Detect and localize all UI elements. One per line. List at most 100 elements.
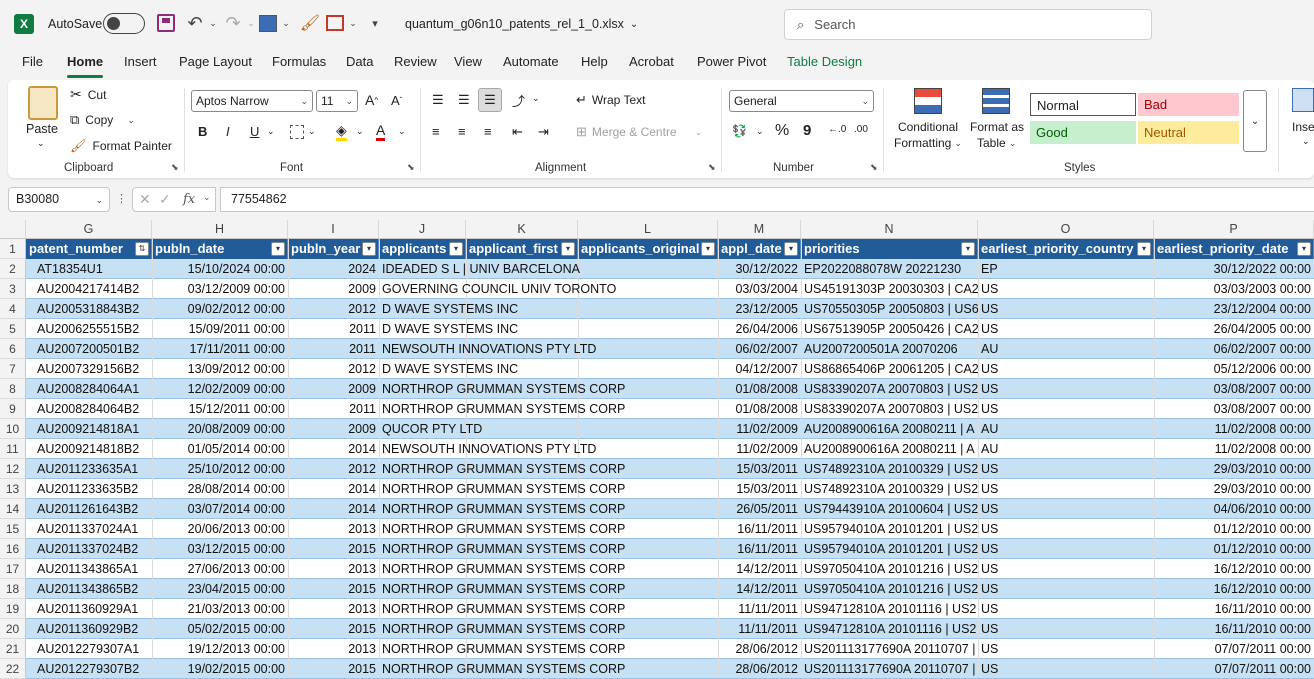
clipboard-launcher-icon[interactable]: ⬊ [171,162,179,173]
table-cell-appl-date[interactable]: 03/03/2004 [718,279,801,299]
borders-dropdown-icon[interactable]: ⌄ [281,14,291,32]
filter-dropdown-icon[interactable]: ▾ [449,242,463,256]
filter-dropdown-icon[interactable]: ▾ [961,242,975,256]
tab-review[interactable]: Review [394,54,437,76]
table-cell-priorities[interactable]: US83390207A 20070803 | US2 [801,399,978,419]
table-cell-priorities[interactable]: US94712810A 20101116 | US2 [801,599,978,619]
table-cell-patent-number[interactable]: AU2004217414B2 [34,279,152,299]
table-cell-applicants[interactable]: GOVERNING COUNCIL UNIV TORONTO [379,279,718,299]
column-header-l[interactable]: L [578,220,718,239]
table-cell-priorities[interactable]: US79443910A 20100604 | US2 [801,499,978,519]
table-cell-earliest-priority-country[interactable]: US [978,459,1154,479]
table-cell-patent-number[interactable]: AU2008284064A1 [34,379,152,399]
table-cell-patent-number[interactable]: AU2011261643B2 [34,499,152,519]
table-cell-appl-date[interactable]: 15/03/2011 [718,459,801,479]
table-cell-applicants[interactable]: NORTHROP GRUMMAN SYSTEMS CORP [379,479,718,499]
table-cell-publn-date[interactable]: 20/06/2013 00:00 [152,519,288,539]
table-cell-earliest-priority-country[interactable]: US [978,659,1154,679]
table-cell-earliest-priority-date[interactable]: 16/12/2010 00:00 [1154,579,1314,599]
table-header-patent-number[interactable]: patent_number⇅ [26,239,152,259]
tab-acrobat[interactable]: Acrobat [629,54,674,76]
table-cell-publn-date[interactable]: 20/08/2009 00:00 [152,419,288,439]
align-center-icon[interactable]: ≡ [458,124,466,139]
column-header-p[interactable]: P [1154,220,1314,239]
align-top-icon[interactable]: ☰ [432,92,444,108]
column-header-n[interactable]: N [801,220,978,239]
table-cell-earliest-priority-country[interactable]: US [978,579,1154,599]
table-cell-patent-number[interactable]: AU2007200501B2 [34,339,152,359]
align-right-icon[interactable]: ≡ [484,124,492,139]
table-cell-earliest-priority-date[interactable]: 05/12/2006 00:00 [1154,359,1314,379]
table-cell-applicants[interactable]: NORTHROP GRUMMAN SYSTEMS CORP [379,579,718,599]
accounting-format-icon[interactable]: 💱 [732,124,747,138]
table-cell-publn-date[interactable]: 15/12/2011 00:00 [152,399,288,419]
conditional-formatting-button[interactable]: Formatting⌄ [894,136,962,150]
column-header-m[interactable]: M [718,220,801,239]
table-cell-patent-number[interactable]: AU2011343865A1 [34,559,152,579]
table-cell-publn-year[interactable]: 2015 [288,619,379,639]
table-cell-publn-date[interactable]: 01/05/2014 00:00 [152,439,288,459]
redo-dropdown-icon[interactable]: ⌄ [246,14,256,32]
table-cell-publn-date[interactable]: 28/08/2014 00:00 [152,479,288,499]
table-cell-applicants[interactable]: D WAVE SYSTEMS INC [379,299,718,319]
tab-insert[interactable]: Insert [124,54,157,76]
table-cell-earliest-priority-country[interactable]: AU [978,419,1154,439]
table-cell-priorities[interactable]: US97050410A 20101216 | US2 [801,559,978,579]
table-cell-applicants[interactable]: NORTHROP GRUMMAN SYSTEMS CORP [379,599,718,619]
table-cell-earliest-priority-country[interactable]: US [978,399,1154,419]
redo-icon[interactable]: ↷ [223,12,243,34]
table-cell-priorities[interactable]: US74892310A 20100329 | US2 [801,479,978,499]
table-cell-publn-date[interactable]: 21/03/2013 00:00 [152,599,288,619]
table-cell-publn-year[interactable]: 2024 [288,259,379,279]
table-cell-earliest-priority-date[interactable]: 04/06/2010 00:00 [1154,499,1314,519]
row-header[interactable]: 6 [0,339,26,359]
paste-button[interactable]: Paste [26,122,58,136]
column-header-h[interactable]: H [152,220,288,239]
table-cell-publn-year[interactable]: 2013 [288,519,379,539]
table-cell-publn-year[interactable]: 2011 [288,339,379,359]
column-header-k[interactable]: K [466,220,578,239]
chevron-down-icon[interactable]: ⌄ [203,192,211,203]
tab-data[interactable]: Data [346,54,373,76]
accounting-dropdown-icon[interactable]: ⌄ [756,126,764,137]
increase-indent-icon[interactable]: ⇥ [538,124,549,140]
table-cell-earliest-priority-country[interactable]: US [978,619,1154,639]
filter-dropdown-icon[interactable]: ▾ [701,242,715,256]
table-cell-earliest-priority-country[interactable]: US [978,299,1154,319]
format-as-table-icon[interactable] [982,88,1010,114]
table-cell-publn-date[interactable]: 03/12/2015 00:00 [152,539,288,559]
underline-button[interactable]: U [250,124,259,139]
table-cell-patent-number[interactable]: AU2011343865B2 [34,579,152,599]
table-cell-patent-number[interactable]: AU2011233635A1 [34,459,152,479]
table-cell-appl-date[interactable]: 28/06/2012 [718,639,801,659]
table-cell-publn-year[interactable]: 2014 [288,499,379,519]
insert-cells-icon[interactable] [1292,88,1314,112]
table-cell-patent-number[interactable]: AU2011337024A1 [34,519,152,539]
table-cell-publn-year[interactable]: 2012 [288,459,379,479]
table-cell-publn-date[interactable]: 25/10/2012 00:00 [152,459,288,479]
tab-help[interactable]: Help [581,54,608,76]
table-header-publn-year[interactable]: publn_year▾ [288,239,379,259]
row-header[interactable]: 17 [0,559,26,579]
row-header[interactable]: 20 [0,619,26,639]
row-header[interactable]: 14 [0,499,26,519]
row-header[interactable]: 8 [0,379,26,399]
table-cell-applicants[interactable]: NEWSOUTH INNOVATIONS PTY LTD [379,339,718,359]
table-cell-earliest-priority-country[interactable]: US [978,379,1154,399]
tab-file[interactable]: File [22,54,43,76]
table-cell-publn-year[interactable]: 2009 [288,279,379,299]
table-cell-appl-date[interactable]: 14/12/2011 [718,559,801,579]
filter-dropdown-icon[interactable]: ▾ [1137,242,1151,256]
filter-dropdown-icon[interactable]: ▾ [561,242,575,256]
table-cell-appl-date[interactable]: 11/11/2011 [718,599,801,619]
table-cell-publn-year[interactable]: 2015 [288,539,379,559]
column-header-i[interactable]: I [288,220,379,239]
table-cell-publn-date[interactable]: 19/02/2015 00:00 [152,659,288,679]
table-cell-applicants[interactable]: IDEADED S L | UNIV BARCELONA [379,259,718,279]
row-header[interactable]: 18 [0,579,26,599]
table-cell-earliest-priority-country[interactable]: US [978,599,1154,619]
undo-icon[interactable]: ↶ [185,12,205,34]
table-cell-appl-date[interactable]: 26/05/2011 [718,499,801,519]
tab-view[interactable]: View [454,54,482,76]
table-cell-publn-date[interactable]: 17/11/2011 00:00 [152,339,288,359]
